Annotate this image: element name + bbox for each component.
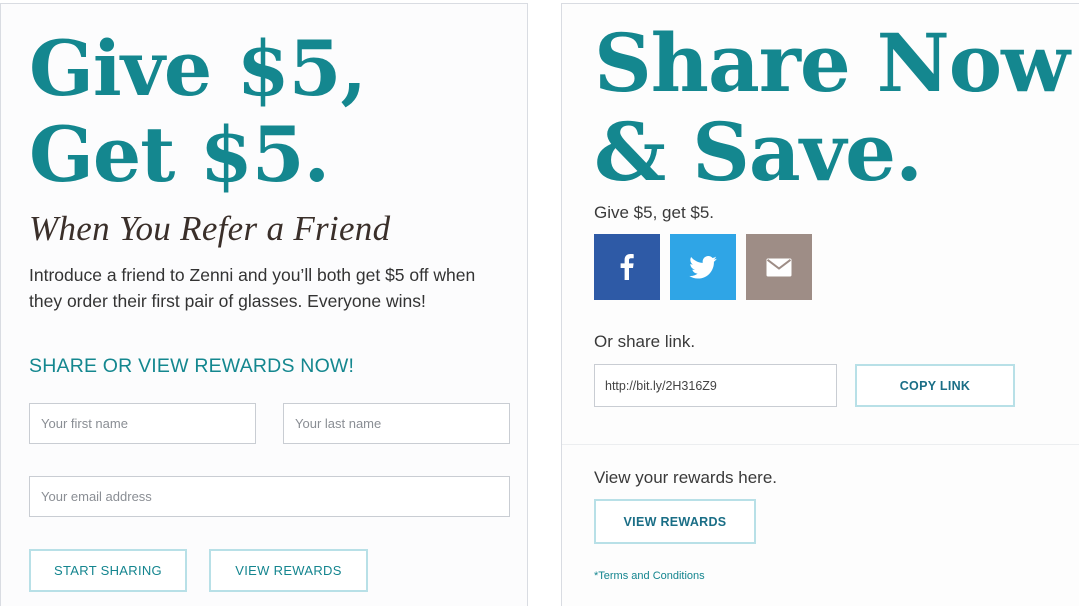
refer-subtitle: When You Refer a Friend — [29, 209, 391, 248]
left-headline: Give $5, Get $5. — [29, 24, 367, 199]
first-name-field[interactable] — [29, 403, 256, 444]
share-link-field[interactable] — [594, 364, 837, 407]
headline-get: Get $5. — [29, 110, 330, 199]
share-link-label: Or share link. — [594, 332, 696, 351]
terms-link[interactable]: *Terms and Conditions — [594, 570, 705, 582]
intro-text: Introduce a friend to Zenni and you’ll b… — [29, 265, 476, 311]
cta-heading: SHARE OR VIEW REWARDS NOW! — [29, 355, 355, 377]
view-rewards-button-right[interactable]: VIEW REWARDS — [594, 499, 756, 544]
view-rewards-button[interactable]: VIEW REWARDS — [209, 549, 368, 592]
refer-friend-panel: Give $5, Get $5. When You Refer a Friend… — [0, 3, 528, 606]
section-divider — [562, 444, 1079, 445]
share-tagline: Give $5, get $5. — [594, 203, 715, 222]
email-field[interactable] — [29, 476, 510, 517]
headline-share-now: Share Now — [594, 16, 1070, 110]
twitter-share-button[interactable] — [670, 234, 736, 300]
view-rewards-text: View your rewards here. — [594, 468, 777, 487]
last-name-field[interactable] — [283, 403, 510, 444]
share-panel: Share Now & Save. Give $5, get $5. Or sh… — [561, 3, 1079, 606]
facebook-share-button[interactable] — [594, 234, 660, 300]
envelope-icon — [766, 258, 792, 276]
right-headline: Share Now & Save. — [594, 16, 1070, 199]
twitter-icon — [689, 255, 717, 279]
start-sharing-button[interactable]: START SHARING — [29, 549, 187, 592]
facebook-icon — [620, 254, 634, 280]
email-share-button[interactable] — [746, 234, 812, 300]
headline-give: Give $5, — [29, 24, 367, 113]
copy-link-button[interactable]: COPY LINK — [855, 364, 1015, 407]
headline-save: & Save. — [594, 105, 923, 199]
